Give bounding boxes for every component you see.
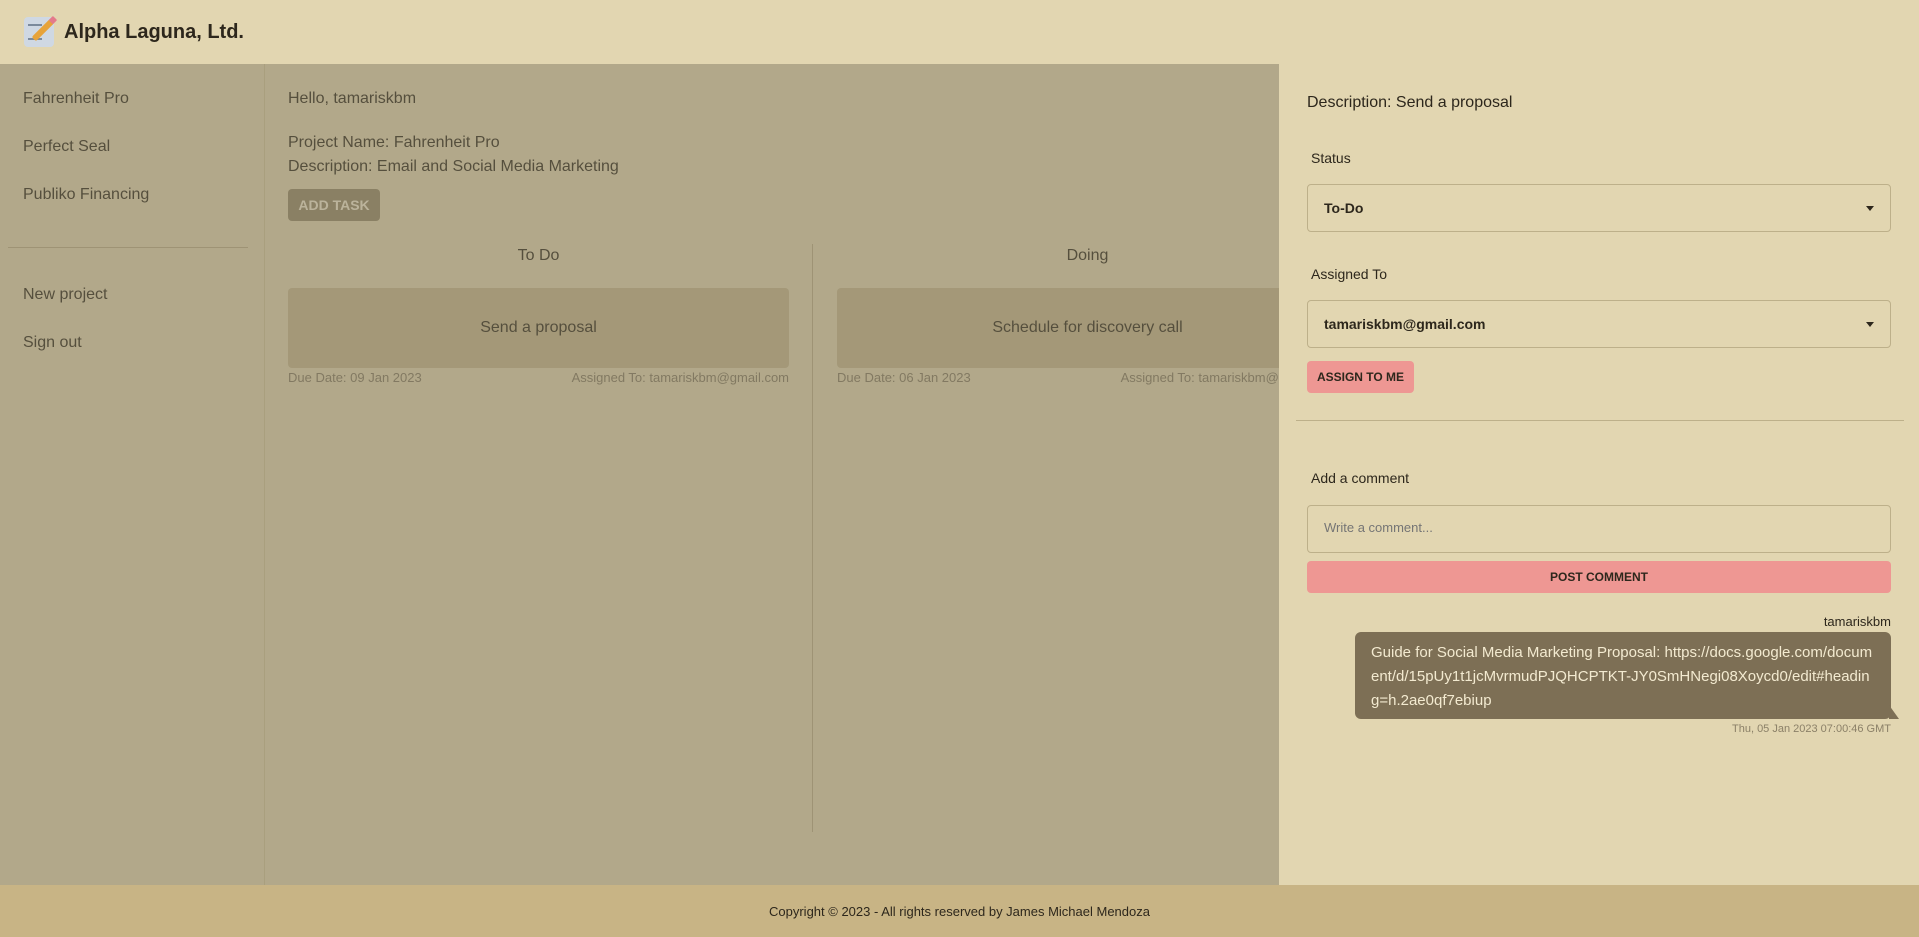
copyright-text: Copyright © 2023 - All rights reserved b… <box>769 903 1150 919</box>
task-detail-drawer: Description: Send a proposal Status To-D… <box>1279 64 1919 885</box>
assigned-to-label: Assigned To <box>1311 266 1388 282</box>
assignee-value: tamariskbm@gmail.com <box>1324 316 1486 332</box>
assignee-select[interactable]: tamariskbm@gmail.com <box>1307 300 1891 348</box>
drawer-divider <box>1296 420 1904 421</box>
comment-text: Guide for Social Media Marketing Proposa… <box>1371 644 1873 709</box>
status-value: To-Do <box>1324 200 1364 216</box>
status-label: Status <box>1311 150 1351 166</box>
add-comment-label: Add a comment <box>1311 470 1410 486</box>
chevron-down-icon <box>1866 322 1874 327</box>
chevron-down-icon <box>1866 206 1874 211</box>
comment-author: tamariskbm <box>1823 614 1891 629</box>
comment-input[interactable] <box>1307 505 1891 553</box>
comment-bubble: Guide for Social Media Marketing Proposa… <box>1355 632 1899 719</box>
status-select[interactable]: To-Do <box>1307 184 1891 232</box>
task-description: Description: Send a proposal <box>1307 94 1513 111</box>
comment-timestamp: Thu, 05 Jan 2023 07:00:46 GMT <box>1732 723 1891 735</box>
app-header: Alpha Laguna, Ltd. <box>0 0 1919 64</box>
modal-backdrop[interactable] <box>0 64 1279 885</box>
post-comment-button[interactable]: POST COMMENT <box>1307 561 1891 593</box>
brand-title[interactable]: Alpha Laguna, Ltd. <box>64 21 244 44</box>
footer: Copyright © 2023 - All rights reserved b… <box>0 885 1919 937</box>
assign-to-me-button[interactable]: ASSIGN TO ME <box>1307 361 1414 393</box>
memo-icon <box>24 17 55 47</box>
